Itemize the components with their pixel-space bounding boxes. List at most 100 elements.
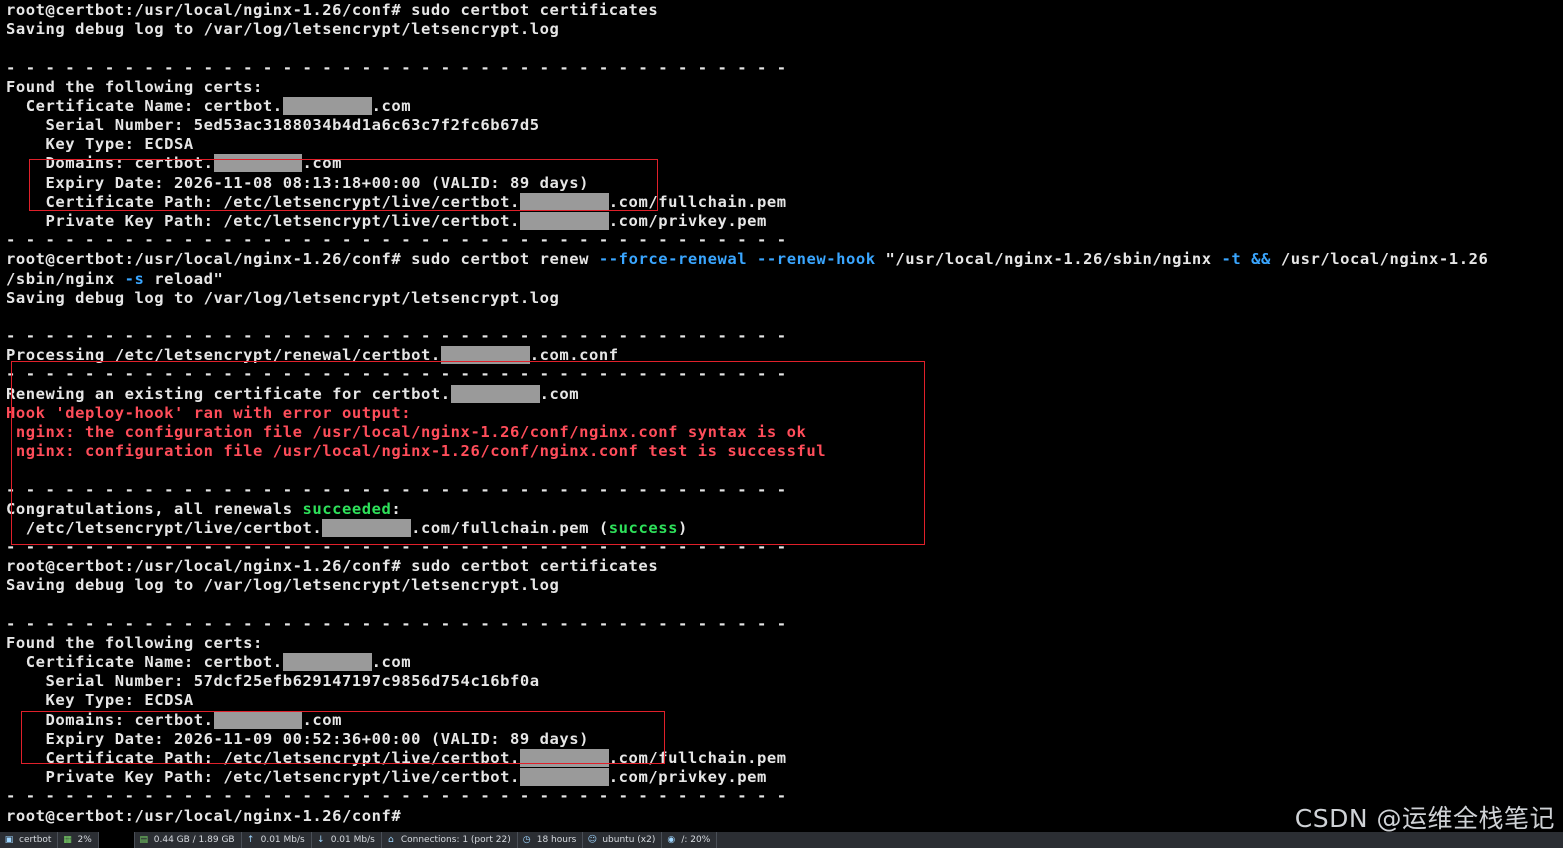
terminal-text: Certificate Name: certbot. <box>6 96 283 115</box>
terminal-line: nginx: configuration file /usr/local/ngi… <box>6 442 826 461</box>
status-disk: ◉ /: 20% <box>662 832 718 848</box>
terminal-line: root@certbot:/usr/local/nginx-1.26/conf#… <box>6 250 1488 269</box>
terminal-text: Found the following certs: <box>6 77 263 96</box>
terminal-text: Saving debug log to /var/log/letsencrypt… <box>6 288 560 307</box>
status-users-label: ubuntu (x2) <box>602 835 656 845</box>
terminal-line: - - - - - - - - - - - - - - - - - - - - … <box>6 615 787 634</box>
terminal-line: Found the following certs: <box>6 634 263 653</box>
status-upload: ↑ 0.01 Mb/s <box>242 832 312 848</box>
terminal-text: succeeded <box>302 499 392 518</box>
terminal-text: - - - - - - - - - - - - - - - - - - - - … <box>6 614 787 633</box>
status-cpu-graph <box>98 832 135 848</box>
terminal-text: Certificate Name: certbot. <box>6 653 283 672</box>
terminal-line: Certificate Path: /etc/letsencrypt/live/… <box>6 749 787 768</box>
terminal-line: Saving debug log to /var/log/letsencrypt… <box>6 289 559 308</box>
terminal-text: --force-renewal <box>598 250 748 269</box>
terminal-text: Serial Number: 57dcf25efb629147197c9856d… <box>6 672 540 691</box>
terminal-icon: ▣ <box>4 835 14 845</box>
redacted-domain <box>282 96 372 115</box>
terminal-text: .com/fullchain.pem <box>608 192 787 211</box>
status-connections: ⌂ Connections: 1 (port 22) <box>382 832 518 848</box>
terminal-text: .com <box>371 96 412 115</box>
terminal-output[interactable]: root@certbot:/usr/local/nginx-1.26/conf#… <box>0 0 1563 832</box>
terminal-text: Found the following certs: <box>6 633 263 652</box>
user-icon: ☺ <box>587 835 598 845</box>
terminal-text: Hook 'deploy-hook' ran with error output… <box>6 403 412 422</box>
status-download-label: 0.01 Mb/s <box>330 835 375 845</box>
terminal-text: /etc/letsencrypt/live/certbot. <box>6 518 323 537</box>
terminal-line: Certificate Name: certbot. .com <box>6 653 411 672</box>
redacted-domain <box>519 211 609 230</box>
terminal-text: - - - - - - - - - - - - - - - - - - - - … <box>6 787 787 806</box>
terminal-text: .com <box>302 154 342 173</box>
terminal-line: Certificate Path: /etc/letsencrypt/live/… <box>6 192 787 212</box>
terminal-line: /etc/letsencrypt/live/certbot. .com/full… <box>6 518 688 538</box>
terminal-text: Congratulations, all renewals <box>6 499 303 518</box>
terminal-line: - - - - - - - - - - - - - - - - - - - - … <box>6 59 787 78</box>
terminal-line: root@certbot:/usr/local/nginx-1.26/conf# <box>6 807 401 826</box>
download-arrow-icon: ↓ <box>316 835 325 845</box>
terminal-line: Congratulations, all renewals succeeded: <box>6 500 401 519</box>
redacted-domain <box>519 749 609 768</box>
terminal-line: Domains: certbot. .com <box>6 154 342 173</box>
terminal-text: Saving debug log to /var/log/letsencrypt… <box>6 20 560 39</box>
terminal-line: - - - - - - - - - - - - - - - - - - - - … <box>6 231 787 250</box>
redacted-domain <box>450 384 540 403</box>
terminal-line: Saving debug log to /var/log/letsencrypt… <box>6 20 559 39</box>
terminal-line: root@certbot:/usr/local/nginx-1.26/conf#… <box>6 557 658 576</box>
terminal-text: .com/privkey.pem <box>608 211 767 230</box>
terminal-line: Processing /etc/letsencrypt/renewal/cert… <box>6 346 619 365</box>
terminal-line: Expiry Date: 2026-11-08 08:13:18+00:00 (… <box>6 174 589 193</box>
terminal-line: - - - - - - - - - - - - - - - - - - - - … <box>6 481 787 500</box>
terminal-line: Saving debug log to /var/log/letsencrypt… <box>6 576 559 595</box>
terminal-text: Certificate Path: /etc/letsencrypt/live/… <box>6 192 520 211</box>
terminal-line: Renewing an existing certificate for cer… <box>6 384 579 404</box>
terminal-text: Processing /etc/letsencrypt/renewal/cert… <box>6 346 441 365</box>
terminal-text: Domains: certbot. <box>6 710 214 729</box>
status-upload-label: 0.01 Mb/s <box>260 835 305 845</box>
terminal-line: - - - - - - - - - - - - - - - - - - - - … <box>6 327 787 346</box>
terminal-line: Domains: certbot. .com <box>6 710 342 730</box>
upload-arrow-icon: ↑ <box>246 835 255 845</box>
terminal-line: - - - - - - - - - - - - - - - - - - - - … <box>6 787 787 806</box>
terminal-text: - - - - - - - - - - - - - - - - - - - - … <box>6 58 787 77</box>
terminal-text: Expiry Date: 2026-11-08 08:13:18+00:00 (… <box>6 173 590 192</box>
terminal-text: && <box>1251 250 1271 269</box>
terminal-line: /sbin/nginx -s reload" <box>6 270 223 289</box>
terminal-text: .com.conf <box>529 346 619 365</box>
terminal-text: success <box>608 518 678 537</box>
status-cpu: ▦ 2% <box>58 832 99 848</box>
status-connections-label: Connections: 1 (port 22) <box>400 835 511 845</box>
terminal-line: Serial Number: 57dcf25efb629147197c9856d… <box>6 672 540 691</box>
redacted-domain <box>282 653 372 672</box>
terminal-text: Serial Number: 5ed53ac3188034b4d1a6c63c7… <box>6 116 540 135</box>
terminal-line: root@certbot:/usr/local/nginx-1.26/conf#… <box>6 1 658 20</box>
watermark: CSDN @运维全栈笔记 <box>1294 804 1555 833</box>
redacted-domain <box>213 154 303 173</box>
terminal-text: nginx: the configuration file /usr/local… <box>6 422 807 441</box>
terminal-text: .com <box>371 653 412 672</box>
terminal-text: .com/fullchain.pem <box>608 749 787 768</box>
terminal-text: .com/fullchain.pem ( <box>411 518 609 537</box>
terminal-text: root@certbot:/usr/local/nginx-1.26/conf# <box>6 806 402 825</box>
status-host-label: certbot <box>19 835 52 845</box>
terminal-text: /sbin/nginx <box>6 269 125 288</box>
terminal-text: Domains: certbot. <box>6 154 214 173</box>
status-host[interactable]: ▣ certbot <box>0 832 59 848</box>
terminal-line: Expiry Date: 2026-11-09 00:52:36+00:00 (… <box>6 730 589 749</box>
status-users: ☺ ubuntu (x2) <box>583 832 663 848</box>
terminal-text: root@certbot:/usr/local/nginx-1.26/conf#… <box>6 1 659 19</box>
redacted-domain <box>519 768 609 787</box>
redacted-domain <box>213 710 303 729</box>
terminal-line: - - - - - - - - - - - - - - - - - - - - … <box>6 365 787 384</box>
terminal-line: nginx: the configuration file /usr/local… <box>6 423 806 442</box>
terminal-text: Saving debug log to /var/log/letsencrypt… <box>6 576 560 595</box>
terminal-text: Private Key Path: /etc/letsencrypt/live/… <box>6 768 520 787</box>
memory-icon: ▤ <box>139 835 148 845</box>
terminal-line: Hook 'deploy-hook' ran with error output… <box>6 404 411 423</box>
terminal-text: Key Type: ECDSA <box>6 135 194 154</box>
terminal-text: : <box>391 499 402 518</box>
terminal-text: - - - - - - - - - - - - - - - - - - - - … <box>6 538 787 557</box>
